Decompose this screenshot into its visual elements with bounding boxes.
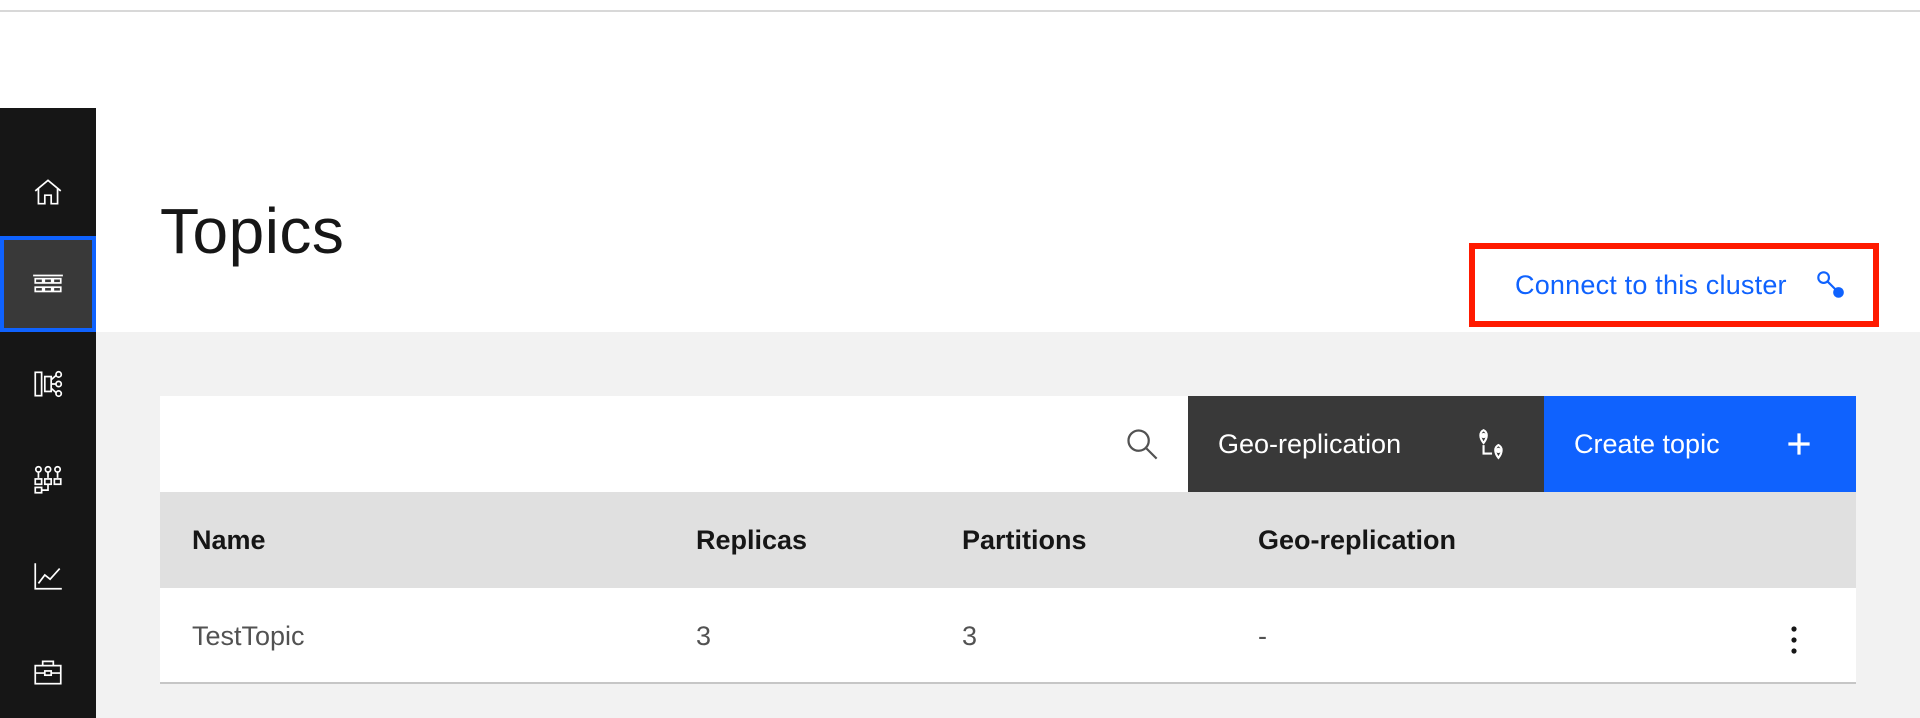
- search-container: [160, 396, 1188, 492]
- sidebar-item-consumer-groups[interactable]: [0, 432, 96, 528]
- cell-topic-name[interactable]: TestTopic: [192, 588, 305, 684]
- page-title: Topics: [160, 195, 345, 267]
- top-border: [0, 0, 1920, 12]
- cell-partitions: 3: [962, 621, 978, 651]
- consumer-groups-icon: [34, 465, 62, 494]
- sidebar-item-toolbox[interactable]: [0, 624, 96, 718]
- create-topic-button[interactable]: Create topic: [1544, 396, 1856, 492]
- add-icon: [1788, 433, 1810, 455]
- sidebar-item-topics[interactable]: [0, 236, 96, 332]
- column-header-name[interactable]: Name: [192, 492, 266, 588]
- sidebar-item-home[interactable]: [0, 144, 96, 240]
- geo-replication-icon: [1479, 428, 1503, 460]
- connect-to-cluster-label: Connect to this cluster: [1515, 269, 1787, 300]
- search-input[interactable]: [160, 396, 1120, 492]
- table-header: Name Replicas Partitions Geo-replication: [160, 492, 1856, 588]
- schema-icon: [34, 370, 63, 398]
- create-topic-button-label: Create topic: [1574, 428, 1720, 459]
- home-icon: [34, 179, 62, 205]
- search-icon[interactable]: [1124, 426, 1160, 462]
- topics-icon: [33, 274, 63, 293]
- column-header-replicas[interactable]: Replicas: [696, 492, 807, 588]
- chart-line-icon: [34, 563, 62, 590]
- column-header-geo-replication[interactable]: Geo-replication: [1258, 492, 1456, 588]
- overflow-menu-icon: [1791, 626, 1797, 654]
- sidebar-item-schemas[interactable]: [0, 336, 96, 432]
- sidebar-item-monitoring[interactable]: [0, 528, 96, 624]
- table-toolbar: Geo-replication Create topic: [160, 396, 1856, 492]
- cell-replicas: 3: [696, 621, 712, 651]
- topics-table: Name Replicas Partitions Geo-replication…: [160, 492, 1856, 684]
- geo-replication-button-label: Geo-replication: [1218, 428, 1402, 459]
- cell-geo-replication: -: [1258, 621, 1267, 651]
- geo-replication-button[interactable]: Geo-replication: [1188, 396, 1544, 492]
- connect-icon: [1816, 271, 1844, 298]
- column-header-partitions[interactable]: Partitions: [962, 492, 1087, 588]
- connect-to-cluster-link[interactable]: Connect to this cluster: [1469, 243, 1879, 327]
- toolbox-icon: [34, 660, 62, 685]
- sidebar-nav: [0, 108, 96, 718]
- table-row[interactable]: TestTopic 3 3 -: [160, 588, 1856, 684]
- row-overflow-menu-button[interactable]: [1774, 616, 1814, 664]
